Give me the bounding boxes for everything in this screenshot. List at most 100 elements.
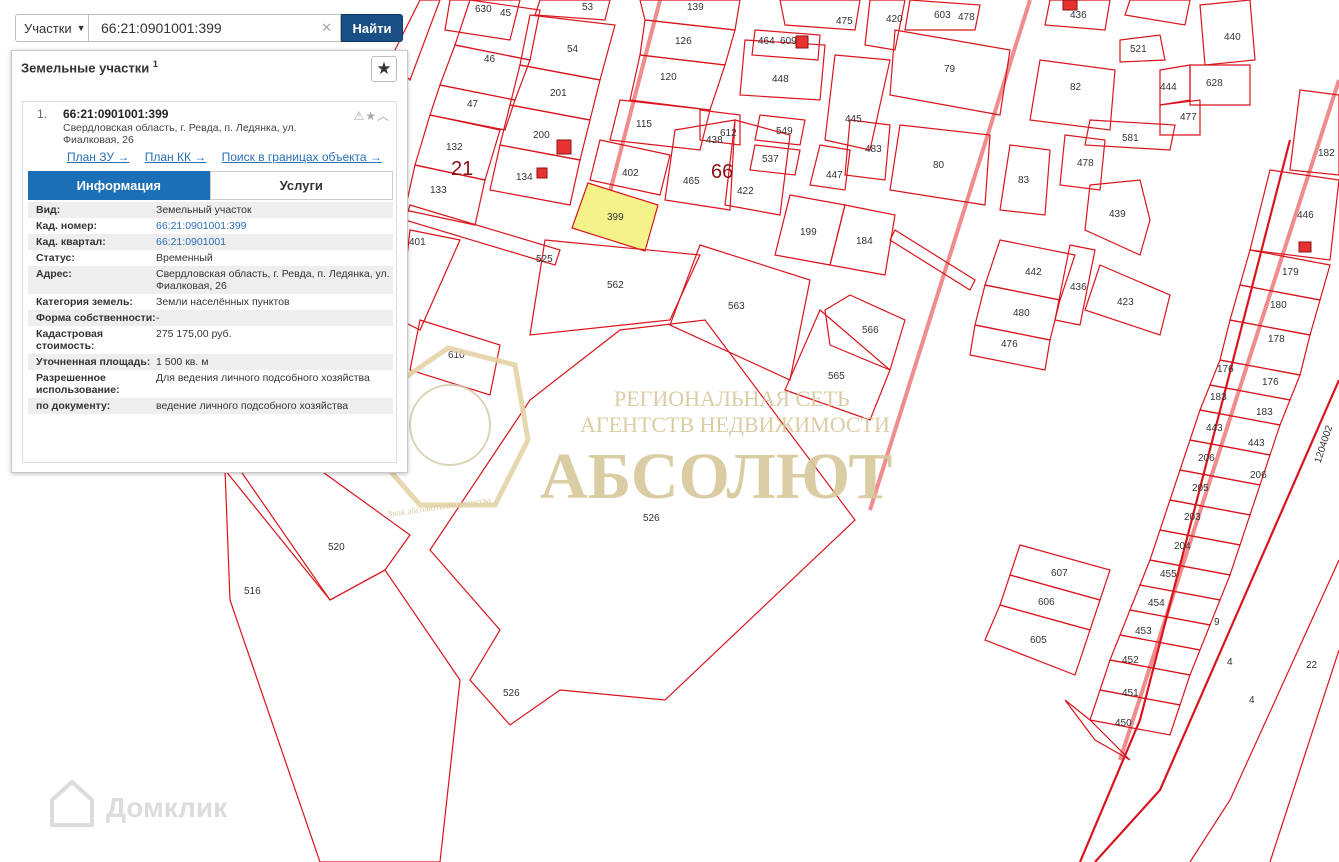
svg-text:139: 139 bbox=[687, 2, 704, 13]
card-tabs: Информация Услуги bbox=[28, 171, 393, 200]
chevron-up-icon[interactable]: ︿ bbox=[377, 109, 390, 123]
result-card: 1. 66:21:0901001:399 ⚠★︿ Свердловская об… bbox=[22, 101, 397, 463]
svg-text:476: 476 bbox=[1001, 339, 1018, 350]
svg-text:606: 606 bbox=[1038, 597, 1055, 608]
svg-text:180: 180 bbox=[1270, 300, 1287, 311]
property-value-link[interactable]: 66:21:0901001:399 bbox=[156, 220, 393, 232]
svg-text:80: 80 bbox=[933, 160, 945, 171]
property-value: ведение личного подсобного хозяйства bbox=[156, 400, 349, 412]
property-row: по документу: ведение личного подсобного … bbox=[28, 398, 393, 414]
svg-text:436: 436 bbox=[1070, 10, 1087, 21]
svg-text:200: 200 bbox=[533, 130, 550, 141]
svg-text:176: 176 bbox=[1262, 377, 1279, 388]
warning-icon[interactable]: ⚠ bbox=[353, 109, 365, 123]
clear-icon[interactable]: ✕ bbox=[321, 20, 332, 36]
result-address: Свердловская область, г. Ревда, п. Ледян… bbox=[63, 122, 297, 146]
svg-text:423: 423 bbox=[1117, 297, 1134, 308]
search-input[interactable]: 66:21:0901001:399 ✕ bbox=[89, 14, 341, 42]
svg-text:520: 520 bbox=[328, 542, 345, 553]
panel-title-text: Земельные участки bbox=[21, 60, 150, 76]
svg-text:465: 465 bbox=[683, 176, 700, 187]
svg-text:630: 630 bbox=[475, 4, 492, 15]
property-value: 275 175,00 руб. bbox=[156, 328, 232, 340]
svg-text:453: 453 bbox=[1135, 626, 1152, 637]
svg-text:132: 132 bbox=[446, 142, 463, 153]
property-value-link[interactable]: 66:21:0901001 bbox=[156, 236, 393, 248]
property-value: Земельный участок bbox=[156, 204, 252, 216]
property-row: Статус: Временный bbox=[28, 250, 393, 266]
find-button[interactable]: Найти bbox=[341, 14, 403, 42]
svg-text:183: 183 bbox=[1210, 392, 1227, 403]
svg-text:480: 480 bbox=[1013, 308, 1030, 319]
favorites-button[interactable]: ★ bbox=[371, 56, 397, 82]
svg-text:436: 436 bbox=[1070, 282, 1087, 293]
property-key: Кад. квартал: bbox=[36, 236, 106, 248]
svg-text:83: 83 bbox=[1018, 175, 1030, 186]
chevron-down-icon: ▼ bbox=[76, 23, 86, 33]
svg-text:448: 448 bbox=[772, 74, 789, 85]
svg-text:563: 563 bbox=[728, 301, 745, 312]
result-cadastral-number[interactable]: 66:21:0901001:399 bbox=[63, 107, 168, 121]
plan-zu-link[interactable]: План ЗУ → bbox=[67, 150, 129, 164]
svg-text:483: 483 bbox=[865, 144, 882, 155]
svg-text:120: 120 bbox=[660, 72, 677, 83]
property-value: Земли населённых пунктов bbox=[156, 296, 290, 308]
property-key: по документу: bbox=[36, 400, 111, 412]
svg-text:443: 443 bbox=[1248, 438, 1265, 449]
property-row: Кад. номер: 66:21:0901001:399 bbox=[28, 218, 393, 234]
property-key: Уточненная площадь: bbox=[36, 356, 151, 368]
svg-text:179: 179 bbox=[1282, 267, 1299, 278]
svg-text:201: 201 bbox=[550, 88, 567, 99]
property-row: Разрешенное использование: Для ведения ли… bbox=[28, 370, 393, 398]
svg-text:454: 454 bbox=[1148, 598, 1165, 609]
plan-kk-link[interactable]: План КК → bbox=[145, 150, 207, 164]
property-key: Разрешенное использование: bbox=[36, 372, 120, 396]
svg-text:182: 182 bbox=[1318, 148, 1335, 159]
svg-text:444: 444 bbox=[1160, 82, 1177, 93]
agency-watermark: Знак абсолютного качества РЕГИОНАЛЬНАЯ С… bbox=[369, 345, 892, 519]
search-in-bounds-link[interactable]: Поиск в границах объекта → bbox=[222, 150, 382, 164]
svg-text:609: 609 bbox=[780, 36, 797, 47]
svg-text:204: 204 bbox=[1174, 541, 1191, 552]
svg-text:199: 199 bbox=[800, 227, 817, 238]
svg-text:205: 205 bbox=[1192, 483, 1209, 494]
properties-table: Вид: Земельный участок Кад. номер: 66:21:0… bbox=[28, 202, 393, 414]
svg-text:4: 4 bbox=[1249, 695, 1255, 706]
panel-title: Земельные участки 1 bbox=[21, 59, 158, 75]
svg-text:581: 581 bbox=[1122, 133, 1139, 144]
tab-information[interactable]: Информация bbox=[28, 171, 210, 200]
property-key: Кад. номер: bbox=[36, 220, 98, 232]
result-index: 1. bbox=[37, 107, 48, 121]
svg-text:45: 45 bbox=[500, 8, 512, 19]
results-panel: Земельные участки 1 ★ 1. 66:21:0901001:3… bbox=[11, 50, 408, 473]
svg-text:537: 537 bbox=[762, 154, 779, 165]
svg-text:79: 79 bbox=[944, 64, 956, 75]
property-key: Вид: bbox=[36, 204, 61, 216]
svg-text:420: 420 bbox=[886, 14, 903, 25]
property-value: Свердловская область, г. Ревда, п. Ледян… bbox=[156, 268, 390, 292]
property-key: Категория земель: bbox=[36, 296, 133, 308]
property-key: Кадастровая стоимость: bbox=[36, 328, 103, 352]
tab-services[interactable]: Услуги bbox=[209, 171, 393, 200]
svg-text:516: 516 bbox=[244, 586, 261, 597]
svg-text:607: 607 bbox=[1051, 568, 1068, 579]
svg-text:54: 54 bbox=[567, 44, 579, 55]
svg-text:47: 47 bbox=[467, 99, 479, 110]
search-type-label: Участки bbox=[24, 20, 72, 36]
property-row: Кад. квартал: 66:21:0901001 bbox=[28, 234, 393, 250]
property-row: Кадастровая стоимость: 275 175,00 руб. bbox=[28, 326, 393, 354]
property-value: Для ведения личного подсобного хозяйства bbox=[156, 372, 370, 384]
watermark-brand: АБСОЛЮТ bbox=[540, 440, 892, 513]
svg-text:605: 605 bbox=[1030, 635, 1047, 646]
star-outline-icon[interactable]: ★ bbox=[365, 109, 377, 123]
svg-text:526: 526 bbox=[643, 513, 660, 524]
property-key: Адрес: bbox=[36, 268, 72, 280]
svg-text:206: 206 bbox=[1250, 470, 1267, 481]
domclick-logo-text: Домклик bbox=[106, 792, 228, 823]
svg-text:133: 133 bbox=[430, 185, 447, 196]
property-value: - bbox=[156, 312, 160, 324]
svg-text:475: 475 bbox=[836, 16, 853, 27]
svg-text:549: 549 bbox=[776, 126, 793, 137]
svg-text:53: 53 bbox=[582, 2, 594, 13]
search-type-select[interactable]: Участки ▼ bbox=[15, 14, 89, 42]
